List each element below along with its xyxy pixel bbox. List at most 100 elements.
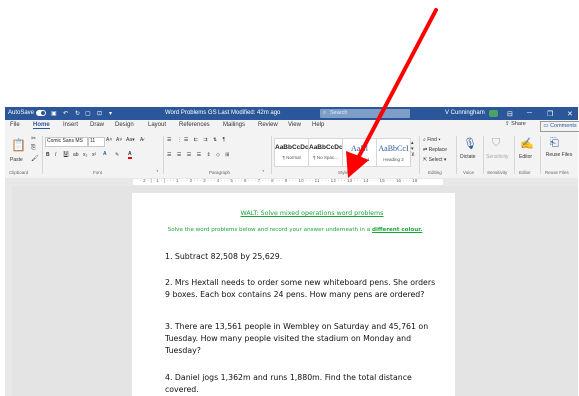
- group-voice: Voice: [463, 170, 475, 175]
- editor-icon[interactable]: ✍: [520, 137, 534, 150]
- search-icon: ⌕: [423, 137, 426, 143]
- replace-button[interactable]: ⇄ Replace: [423, 147, 447, 153]
- walt-heading: WALT: Solve mixed operations word proble…: [240, 210, 384, 217]
- autosave-toggle[interactable]: [36, 110, 46, 116]
- restore-icon[interactable]: ❐: [547, 110, 553, 118]
- tab-review[interactable]: Review: [258, 122, 278, 128]
- save-icon[interactable]: ▣: [51, 110, 57, 117]
- ribbon-display-icon[interactable]: ⊟: [507, 110, 513, 118]
- cut-icon[interactable]: ✂: [31, 135, 36, 142]
- minimize-icon[interactable]: ─: [527, 110, 532, 117]
- style-preview: AaBbCcDc: [309, 144, 343, 151]
- font-color-icon[interactable]: A: [128, 151, 132, 159]
- style-preview: AaBbCcDc: [275, 144, 309, 151]
- copy-icon[interactable]: ⎘: [31, 145, 36, 152]
- italic-icon[interactable]: I: [55, 152, 56, 158]
- strikethrough-icon[interactable]: ab: [73, 152, 79, 158]
- clipboard-icon[interactable]: 📋: [11, 138, 26, 152]
- undo-icon[interactable]: ↶: [63, 110, 68, 117]
- font-size-select[interactable]: 11: [88, 137, 105, 147]
- horizontal-ruler[interactable]: · 2 · | · 1 · | · · · 1 · · · 2 · · · 3 …: [5, 178, 578, 186]
- find-button[interactable]: ⌕ Find ▾: [423, 137, 440, 143]
- close-icon[interactable]: ✕: [567, 110, 573, 118]
- sensitivity-icon[interactable]: ⛉: [492, 137, 500, 150]
- select-icon: ⇱: [423, 157, 428, 163]
- style-normal[interactable]: AaBbCcDc ¶ Normal: [274, 138, 309, 167]
- comments-button[interactable]: ▭ Comments: [540, 121, 579, 132]
- tab-file[interactable]: File: [10, 122, 20, 128]
- text-effects-icon[interactable]: A: [103, 151, 107, 157]
- reuse-files-icon[interactable]: ⎗: [550, 137, 559, 150]
- highlight-icon[interactable]: ✎: [115, 152, 119, 158]
- instruction-text: Solve the word problems below and record…: [150, 226, 440, 235]
- style-name: Heading 2: [383, 157, 404, 162]
- style-heading-1[interactable]: AaBl Heading 1: [342, 138, 377, 167]
- tab-view[interactable]: View: [288, 122, 301, 128]
- search-placeholder: Search: [330, 110, 348, 116]
- select-button[interactable]: ⇱ Select ▾: [423, 157, 446, 163]
- sensitivity-label[interactable]: Sensitivity: [486, 154, 509, 160]
- style-preview: AaBl: [351, 144, 368, 153]
- superscript-icon[interactable]: x²: [92, 152, 96, 158]
- align-buttons-icon[interactable]: ☰ ☰ ☰ ☰ ⇕ ◇ ⊞: [167, 152, 232, 158]
- list-buttons-icon[interactable]: ☰ ⋮☰ ⇇ ⇉ ⇅ ¶: [167, 137, 227, 143]
- microphone-icon[interactable]: 🎙: [463, 137, 477, 150]
- editor-label[interactable]: Editor: [519, 154, 532, 160]
- tab-mailings[interactable]: Mailings: [223, 122, 245, 128]
- underline-icon[interactable]: U: [63, 151, 69, 157]
- modified-status: Last Modified: 42m ago: [218, 110, 281, 116]
- tab-draw[interactable]: Draw: [90, 122, 104, 128]
- search-input[interactable]: ⌕ Search: [320, 109, 410, 118]
- paste-label[interactable]: Paste: [10, 157, 23, 163]
- subscript-icon[interactable]: x₂: [83, 152, 87, 158]
- tab-help[interactable]: Help: [312, 122, 324, 128]
- user-name[interactable]: V Cunningham: [445, 110, 485, 116]
- avatar[interactable]: [489, 110, 498, 117]
- styles-scroll-icon[interactable]: ▴ ▾ ⊻: [411, 140, 415, 158]
- vertical-ruler[interactable]: [5, 186, 12, 396]
- group-sensitivity: Sensitivity: [487, 170, 508, 175]
- style-name: ¶ No Spac...: [313, 155, 338, 160]
- group-paragraph: Paragraph: [209, 170, 231, 175]
- divider: [163, 136, 164, 174]
- style-no-spacing[interactable]: AaBbCcDc ¶ No Spac...: [308, 138, 343, 167]
- question-3: 3. There are 13,561 people in Wembley on…: [165, 322, 429, 355]
- dictate-label[interactable]: Dictate: [460, 154, 476, 160]
- comment-icon: ▭: [543, 123, 549, 129]
- font-name-select[interactable]: Comic Sans MS: [45, 137, 88, 147]
- clear-format-icon[interactable]: A̷: [140, 137, 143, 143]
- style-preview: AaBbCcI: [378, 144, 409, 153]
- divider: [456, 136, 457, 174]
- group-font: Font: [93, 170, 103, 175]
- touch-mode-icon[interactable]: ▢: [85, 110, 91, 117]
- document-page[interactable]: WALT: Solve mixed operations word proble…: [132, 193, 455, 396]
- divider: [540, 136, 541, 174]
- font-launcher-icon[interactable]: ⌝: [156, 170, 158, 176]
- reuse-files-label[interactable]: Reuse Files: [545, 152, 573, 158]
- divider: [483, 136, 484, 174]
- tab-references[interactable]: References: [179, 122, 210, 128]
- tab-home[interactable]: Home: [33, 122, 50, 129]
- tab-insert[interactable]: Insert: [63, 122, 78, 128]
- tab-layout[interactable]: Layout: [148, 122, 166, 128]
- paragraph-launcher-icon[interactable]: ⌝: [262, 170, 264, 176]
- share-button[interactable]: ⇪ Share: [505, 121, 526, 127]
- tab-design[interactable]: Design: [115, 122, 134, 128]
- find-label: Find: [427, 137, 437, 143]
- bold-icon[interactable]: B: [46, 152, 50, 158]
- quick-access-icon[interactable]: ⊡: [97, 110, 102, 117]
- style-heading-2[interactable]: AaBbCcI Heading 2: [376, 138, 411, 167]
- divider: [514, 136, 515, 174]
- change-case-icon[interactable]: Aa▾: [126, 137, 135, 143]
- redo-icon[interactable]: ↻: [75, 110, 80, 117]
- format-painter-icon[interactable]: 🖌: [31, 155, 39, 162]
- instruction-main: Solve the word problems below and record…: [167, 227, 371, 233]
- question-1: 1. Subtract 82,508 by 25,629.: [165, 252, 283, 261]
- style-name: Heading 1: [349, 157, 370, 162]
- question-2: 2. Mrs Hextall needs to order some new w…: [165, 278, 436, 299]
- grow-font-icon[interactable]: A˄: [106, 137, 112, 143]
- customize-icon[interactable]: ▾: [109, 110, 112, 117]
- autosave-label: AutoSave: [8, 110, 35, 116]
- shrink-font-icon[interactable]: A˅: [116, 137, 122, 143]
- group-clipboard: Clipboard: [9, 170, 29, 175]
